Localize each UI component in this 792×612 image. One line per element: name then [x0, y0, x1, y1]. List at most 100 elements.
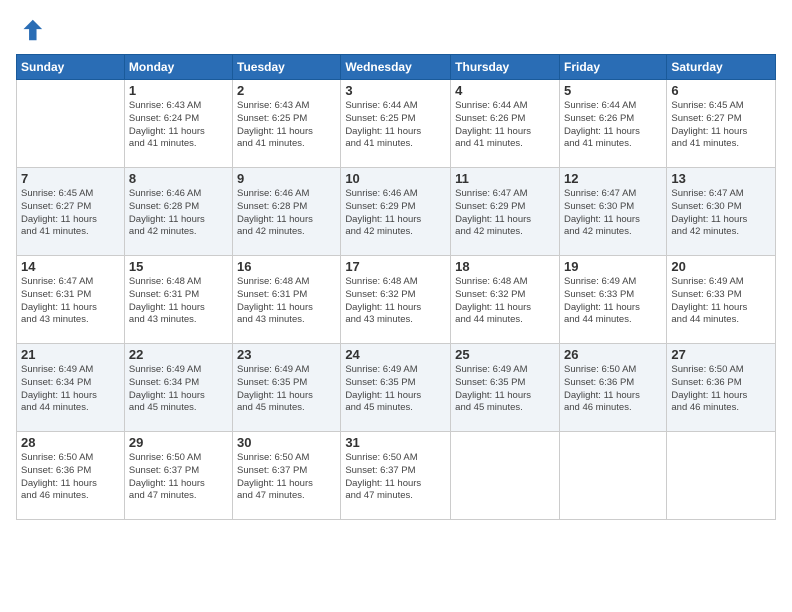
day-number: 13: [671, 171, 771, 186]
day-number: 11: [455, 171, 555, 186]
calendar-cell: 21Sunrise: 6:49 AM Sunset: 6:34 PM Dayli…: [17, 344, 125, 432]
day-number: 3: [345, 83, 446, 98]
calendar-cell: 9Sunrise: 6:46 AM Sunset: 6:28 PM Daylig…: [233, 168, 341, 256]
calendar-cell: 4 Sunrise: 6:44 AM Sunset: 6:26 PM Daylig…: [451, 80, 560, 168]
logo: [16, 16, 48, 44]
day-info: Sunrise: 6:50 AM Sunset: 6:37 PM Dayligh…: [237, 452, 336, 503]
day-info: Sunrise: 6:47 AM Sunset: 6:30 PM Dayligh…: [564, 188, 662, 239]
day-info: Sunrise: 6:45 AM Sunset: 6:27 PM Dayligh…: [671, 100, 771, 151]
day-info: Sunrise: 6:46 AM Sunset: 6:29 PM Dayligh…: [345, 188, 446, 239]
day-info: Sunrise: 6:49 AM Sunset: 6:35 PM Dayligh…: [345, 364, 446, 415]
calendar-cell: [667, 432, 776, 520]
day-number: 30: [237, 435, 336, 450]
calendar-cell: 28 Sunrise: 6:50 AM Sunset: 6:36 PM Dayli…: [17, 432, 125, 520]
calendar-cell: 26 Sunrise: 6:50 AM Sunset: 6:36 PM Dayli…: [559, 344, 666, 432]
day-number: 12: [564, 171, 662, 186]
day-info: Sunrise: 6:48 AM Sunset: 6:32 PM Dayligh…: [345, 276, 446, 327]
calendar-cell: 2 Sunrise: 6:43 AM Sunset: 6:25 PM Daylig…: [233, 80, 341, 168]
calendar-cell: 23Sunrise: 6:49 AM Sunset: 6:35 PM Dayli…: [233, 344, 341, 432]
day-number: 14: [21, 259, 120, 274]
calendar-cell: 22 Sunrise: 6:49 AM Sunset: 6:34 PM Dayli…: [124, 344, 232, 432]
calendar-cell: 16 Sunrise: 6:48 AM Sunset: 6:31 PM Dayli…: [233, 256, 341, 344]
weekday-header: Friday: [559, 55, 666, 80]
calendar-cell: 5Sunrise: 6:44 AM Sunset: 6:26 PM Daylig…: [559, 80, 666, 168]
weekday-header: Tuesday: [233, 55, 341, 80]
calendar-body: 1Sunrise: 6:43 AM Sunset: 6:24 PM Daylig…: [17, 80, 776, 520]
weekday-header: Monday: [124, 55, 232, 80]
calendar-cell: 29 Sunrise: 6:50 AM Sunset: 6:37 PM Dayli…: [124, 432, 232, 520]
page: SundayMondayTuesdayWednesdayThursdayFrid…: [0, 0, 792, 612]
calendar-cell: 1Sunrise: 6:43 AM Sunset: 6:24 PM Daylig…: [124, 80, 232, 168]
logo-icon: [16, 16, 44, 44]
calendar-cell: 8 Sunrise: 6:46 AM Sunset: 6:28 PM Daylig…: [124, 168, 232, 256]
calendar-week-row: 14 Sunrise: 6:47 AM Sunset: 6:31 PM Dayli…: [17, 256, 776, 344]
calendar-table: SundayMondayTuesdayWednesdayThursdayFrid…: [16, 54, 776, 520]
calendar-cell: 12 Sunrise: 6:47 AM Sunset: 6:30 PM Dayli…: [559, 168, 666, 256]
calendar-cell: [559, 432, 666, 520]
calendar-cell: 17 Sunrise: 6:48 AM Sunset: 6:32 PM Dayli…: [341, 256, 451, 344]
day-number: 31: [345, 435, 446, 450]
day-number: 16: [237, 259, 336, 274]
day-info: Sunrise: 6:50 AM Sunset: 6:36 PM Dayligh…: [671, 364, 771, 415]
calendar-cell: 27 Sunrise: 6:50 AM Sunset: 6:36 PM Dayli…: [667, 344, 776, 432]
day-number: 17: [345, 259, 446, 274]
calendar-cell: 11Sunrise: 6:47 AM Sunset: 6:29 PM Dayli…: [451, 168, 560, 256]
day-info: Sunrise: 6:50 AM Sunset: 6:36 PM Dayligh…: [564, 364, 662, 415]
weekday-header: Saturday: [667, 55, 776, 80]
day-number: 9: [237, 171, 336, 186]
calendar-week-row: 1Sunrise: 6:43 AM Sunset: 6:24 PM Daylig…: [17, 80, 776, 168]
day-info: Sunrise: 6:43 AM Sunset: 6:25 PM Dayligh…: [237, 100, 336, 151]
day-number: 26: [564, 347, 662, 362]
calendar-cell: 7Sunrise: 6:45 AM Sunset: 6:27 PM Daylig…: [17, 168, 125, 256]
day-info: Sunrise: 6:50 AM Sunset: 6:36 PM Dayligh…: [21, 452, 120, 503]
day-info: Sunrise: 6:49 AM Sunset: 6:34 PM Dayligh…: [21, 364, 120, 415]
calendar-week-row: 28 Sunrise: 6:50 AM Sunset: 6:36 PM Dayli…: [17, 432, 776, 520]
calendar-cell: 25 Sunrise: 6:49 AM Sunset: 6:35 PM Dayli…: [451, 344, 560, 432]
calendar-cell: 14 Sunrise: 6:47 AM Sunset: 6:31 PM Dayli…: [17, 256, 125, 344]
calendar-cell: 31 Sunrise: 6:50 AM Sunset: 6:37 PM Dayli…: [341, 432, 451, 520]
day-number: 10: [345, 171, 446, 186]
day-number: 4: [455, 83, 555, 98]
day-info: Sunrise: 6:49 AM Sunset: 6:33 PM Dayligh…: [564, 276, 662, 327]
calendar-cell: 20Sunrise: 6:49 AM Sunset: 6:33 PM Dayli…: [667, 256, 776, 344]
day-number: 23: [237, 347, 336, 362]
calendar-cell: [17, 80, 125, 168]
weekday-row: SundayMondayTuesdayWednesdayThursdayFrid…: [17, 55, 776, 80]
day-info: Sunrise: 6:47 AM Sunset: 6:31 PM Dayligh…: [21, 276, 120, 327]
day-number: 22: [129, 347, 228, 362]
day-info: Sunrise: 6:44 AM Sunset: 6:26 PM Dayligh…: [455, 100, 555, 151]
day-number: 6: [671, 83, 771, 98]
day-number: 8: [129, 171, 228, 186]
weekday-header: Sunday: [17, 55, 125, 80]
day-info: Sunrise: 6:49 AM Sunset: 6:35 PM Dayligh…: [455, 364, 555, 415]
calendar-header: SundayMondayTuesdayWednesdayThursdayFrid…: [17, 55, 776, 80]
day-number: 25: [455, 347, 555, 362]
day-number: 27: [671, 347, 771, 362]
day-info: Sunrise: 6:49 AM Sunset: 6:34 PM Dayligh…: [129, 364, 228, 415]
day-number: 15: [129, 259, 228, 274]
day-info: Sunrise: 6:43 AM Sunset: 6:24 PM Dayligh…: [129, 100, 228, 151]
calendar-cell: 15 Sunrise: 6:48 AM Sunset: 6:31 PM Dayli…: [124, 256, 232, 344]
weekday-header: Wednesday: [341, 55, 451, 80]
day-info: Sunrise: 6:50 AM Sunset: 6:37 PM Dayligh…: [345, 452, 446, 503]
day-number: 29: [129, 435, 228, 450]
calendar-cell: 24 Sunrise: 6:49 AM Sunset: 6:35 PM Dayli…: [341, 344, 451, 432]
calendar-cell: 13 Sunrise: 6:47 AM Sunset: 6:30 PM Dayli…: [667, 168, 776, 256]
day-info: Sunrise: 6:44 AM Sunset: 6:26 PM Dayligh…: [564, 100, 662, 151]
day-number: 19: [564, 259, 662, 274]
day-info: Sunrise: 6:48 AM Sunset: 6:32 PM Dayligh…: [455, 276, 555, 327]
day-number: 24: [345, 347, 446, 362]
day-info: Sunrise: 6:48 AM Sunset: 6:31 PM Dayligh…: [237, 276, 336, 327]
day-info: Sunrise: 6:47 AM Sunset: 6:30 PM Dayligh…: [671, 188, 771, 239]
calendar-cell: 6 Sunrise: 6:45 AM Sunset: 6:27 PM Daylig…: [667, 80, 776, 168]
header: [16, 16, 776, 44]
day-info: Sunrise: 6:44 AM Sunset: 6:25 PM Dayligh…: [345, 100, 446, 151]
day-number: 7: [21, 171, 120, 186]
day-number: 2: [237, 83, 336, 98]
day-number: 28: [21, 435, 120, 450]
calendar-cell: 3 Sunrise: 6:44 AM Sunset: 6:25 PM Daylig…: [341, 80, 451, 168]
day-info: Sunrise: 6:48 AM Sunset: 6:31 PM Dayligh…: [129, 276, 228, 327]
day-info: Sunrise: 6:50 AM Sunset: 6:37 PM Dayligh…: [129, 452, 228, 503]
weekday-header: Thursday: [451, 55, 560, 80]
day-info: Sunrise: 6:46 AM Sunset: 6:28 PM Dayligh…: [129, 188, 228, 239]
